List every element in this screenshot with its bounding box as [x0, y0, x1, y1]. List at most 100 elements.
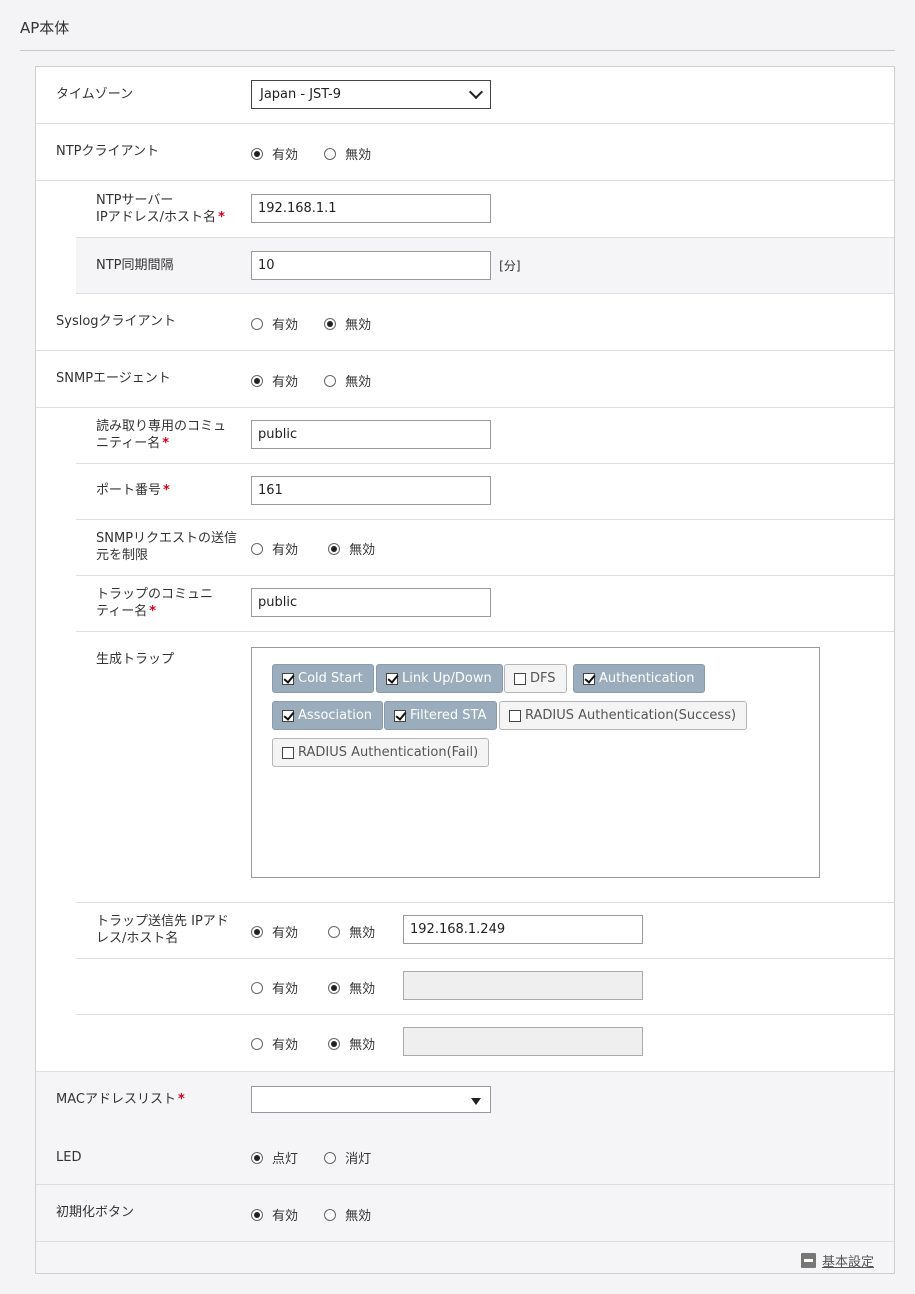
dest1-disable-radio[interactable]: 無効 [328, 922, 375, 941]
collapse-icon [800, 1253, 816, 1268]
basic-settings-link[interactable]: 基本設定 [800, 1251, 874, 1270]
radio-unselected-icon [324, 1208, 337, 1221]
radio-selected-icon [251, 1208, 263, 1221]
section-divider [20, 50, 895, 51]
generated-traps-label: 生成トラップ [96, 652, 175, 667]
radio-selected-icon [251, 1151, 263, 1164]
syslog-enable-radio[interactable]: 有効 [251, 314, 298, 333]
led-label: LED [56, 1150, 82, 1165]
trap-community-input[interactable]: public [251, 588, 491, 617]
checkbox-unchecked-icon [509, 709, 521, 722]
ro-community-row: 読み取り専用のコミュ ニティー名 * public [76, 408, 894, 464]
radio-selected-icon [328, 542, 341, 555]
radio-unselected-icon [251, 317, 263, 330]
timezone-label: タイムゾーン [56, 87, 134, 102]
radio-unselected-icon [251, 981, 263, 994]
port-input[interactable]: 161 [251, 476, 491, 505]
section-title: AP本体 [20, 19, 70, 37]
radio-unselected-icon [324, 147, 337, 160]
ro-community-input[interactable]: public [251, 420, 491, 449]
ntp-enable-radio[interactable]: 有効 [251, 144, 298, 163]
syslog-label: Syslogクライアント [56, 314, 177, 329]
trap-cold-start[interactable]: Cold Start [272, 664, 374, 693]
snmp-agent-row: SNMPエージェント 有効 無効 [36, 351, 894, 408]
ntp-interval-row: NTP同期間隔 10 [分] [76, 238, 894, 294]
dest3-disable-radio[interactable]: 無効 [328, 1034, 375, 1053]
dest3-input[interactable] [403, 1027, 643, 1056]
trap-authentication[interactable]: Authentication [573, 664, 706, 693]
generated-traps-row: 生成トラップ Cold Start Link Up/Down DFS Authe… [76, 632, 894, 903]
trap-destination-row-2: 有効 無効 [76, 959, 894, 1015]
dest3-enable-radio[interactable]: 有効 [251, 1034, 298, 1053]
panel-footer: 基本設定 [36, 1242, 894, 1273]
trap-destination-label: トラップ送信先 IPアド レス/ホスト名 [96, 914, 229, 946]
ntp-server-label: NTPサーバー IPアドレス/ホスト名 * [96, 193, 225, 225]
checkbox-checked-icon [282, 709, 294, 722]
radio-selected-icon [251, 374, 263, 387]
timezone-row: タイムゾーン Japan - JST-9 [36, 67, 894, 124]
dest1-input[interactable]: 192.168.1.249 [403, 915, 643, 944]
ntp-interval-unit: [分] [499, 259, 521, 273]
restrict-source-row: SNMPリクエストの送信 元を制限 有効 無効 [76, 520, 894, 576]
dest1-enable-radio[interactable]: 有効 [251, 922, 298, 941]
checkbox-checked-icon [282, 672, 294, 685]
ntp-interval-input[interactable]: 10 [251, 251, 491, 280]
dest2-input[interactable] [403, 971, 643, 1000]
reset-button-row: 初期化ボタン 有効 無効 [36, 1185, 894, 1242]
trap-list-box: Cold Start Link Up/Down DFS Authenticati… [251, 647, 820, 878]
led-row: LED 点灯 消灯 [36, 1128, 894, 1185]
trap-dfs[interactable]: DFS [504, 664, 567, 693]
snmp-disable-radio[interactable]: 無効 [324, 371, 371, 390]
required-mark: * [218, 210, 225, 225]
reset-enable-radio[interactable]: 有効 [251, 1205, 298, 1224]
radio-unselected-icon [324, 374, 337, 387]
trap-association[interactable]: Association [272, 701, 384, 730]
trap-community-row: トラップのコミュニ ティー名 * public [76, 576, 894, 632]
reset-disable-radio[interactable]: 無効 [324, 1205, 371, 1224]
radio-selected-icon [324, 317, 337, 330]
ro-community-label: 読み取り専用のコミュ ニティー名 * [96, 419, 227, 451]
trap-filtered-sta[interactable]: Filtered STA [384, 701, 498, 730]
radio-selected-icon [328, 981, 341, 994]
restrict-enable-radio[interactable]: 有効 [251, 539, 298, 558]
radio-selected-icon [328, 1037, 341, 1050]
radio-selected-icon [251, 147, 263, 160]
reset-button-label: 初期化ボタン [56, 1205, 135, 1220]
ntp-server-row: NTPサーバー IPアドレス/ホスト名 * 192.168.1.1 [76, 181, 894, 238]
settings-panel: タイムゾーン Japan - JST-9 NTPクライアント 有効 無効 NTP… [35, 66, 895, 1274]
trap-link-up-down[interactable]: Link Up/Down [376, 664, 503, 693]
ntp-client-row: NTPクライアント 有効 無効 [36, 124, 894, 181]
required-mark: * [163, 483, 170, 498]
led-off-radio[interactable]: 消灯 [324, 1148, 371, 1167]
port-label: ポート番号 * [96, 483, 170, 498]
checkbox-checked-icon [583, 672, 595, 685]
trap-radius-success[interactable]: RADIUS Authentication(Success) [499, 701, 748, 730]
led-on-radio[interactable]: 点灯 [251, 1148, 298, 1167]
checkbox-unchecked-icon [282, 746, 294, 759]
ntp-disable-radio[interactable]: 無効 [324, 144, 371, 163]
radio-unselected-icon [328, 925, 341, 938]
trap-community-label: トラップのコミュニ ティー名 * [96, 587, 214, 619]
restrict-disable-radio[interactable]: 無効 [328, 539, 375, 558]
trap-destination-row-3: 有効 無効 [76, 1015, 894, 1070]
required-mark: * [162, 436, 170, 451]
dest2-enable-radio[interactable]: 有効 [251, 978, 298, 997]
dest2-disable-radio[interactable]: 無効 [328, 978, 375, 997]
syslog-disable-radio[interactable]: 無効 [324, 314, 371, 333]
radio-unselected-icon [324, 1151, 337, 1164]
restrict-source-label: SNMPリクエストの送信 元を制限 [96, 531, 238, 563]
trap-radius-fail[interactable]: RADIUS Authentication(Fail) [272, 738, 490, 767]
ntp-server-input[interactable]: 192.168.1.1 [251, 194, 491, 223]
timezone-select[interactable]: Japan - JST-9 [251, 80, 491, 109]
timezone-value: Japan - JST-9 [260, 87, 342, 102]
snmp-enable-radio[interactable]: 有効 [251, 371, 298, 390]
ntp-interval-label: NTP同期間隔 [96, 258, 174, 273]
snmp-agent-label: SNMPエージェント [56, 371, 171, 386]
radio-unselected-icon [251, 1037, 263, 1050]
syslog-row: Syslogクライアント 有効 無効 [36, 294, 894, 351]
mac-list-row: MACアドレスリスト * [36, 1071, 894, 1129]
mac-list-select[interactable] [251, 1086, 491, 1113]
port-row: ポート番号 * 161 [76, 464, 894, 520]
required-mark: * [149, 604, 157, 619]
mac-list-label: MACアドレスリスト * [56, 1092, 185, 1107]
